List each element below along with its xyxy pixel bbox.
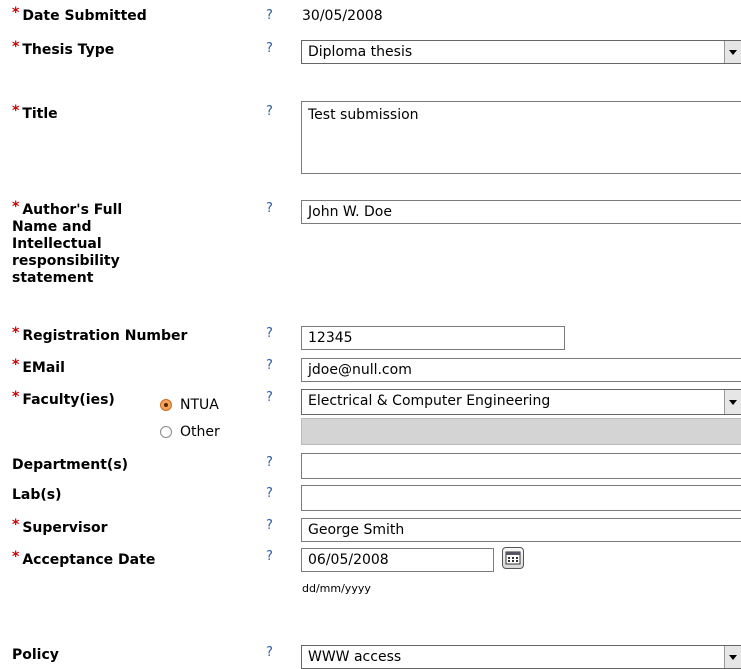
email-input[interactable]: jdoe@null.com (301, 358, 741, 382)
author-input[interactable]: John W. Doe (301, 200, 741, 224)
help-link[interactable]: ? (266, 41, 273, 56)
required-marker: * (12, 199, 20, 215)
help-link[interactable]: ? (266, 358, 273, 373)
calendar-icon[interactable] (502, 547, 524, 569)
help-link[interactable]: ? (266, 104, 273, 119)
email-label: * EMail (12, 357, 65, 376)
registration-input[interactable]: 12345 (301, 326, 565, 350)
help-link[interactable]: ? (266, 486, 273, 501)
faculty-label: * Faculty(ies) (12, 389, 115, 408)
chevron-down-icon[interactable] (724, 41, 741, 63)
date-format-hint: dd/mm/yyyy (302, 582, 371, 595)
required-marker: * (12, 5, 20, 21)
acceptance-date-label: * Acceptance Date (12, 549, 156, 568)
lab-label: Lab(s) (12, 487, 62, 503)
required-marker: * (12, 39, 20, 55)
thesis-type-select[interactable]: Diploma thesis (301, 40, 741, 64)
radio-selected-icon[interactable] (160, 399, 172, 411)
chevron-down-icon[interactable] (724, 390, 741, 414)
required-marker: * (12, 357, 20, 373)
help-link[interactable]: ? (266, 8, 273, 23)
supervisor-label: * Supervisor (12, 517, 108, 536)
policy-select[interactable]: WWW access (301, 645, 741, 669)
title-textarea[interactable]: Test submission (301, 101, 741, 174)
required-marker: * (12, 103, 20, 119)
date-submitted-label: * Date Submitted (12, 5, 147, 24)
help-link[interactable]: ? (266, 326, 273, 341)
author-label: * Author's Full Name and Intellectual res… (12, 199, 123, 286)
policy-label: Policy (12, 647, 59, 663)
date-submitted-value: 30/05/2008 (302, 8, 383, 24)
required-marker: * (12, 517, 20, 533)
title-label: * Title (12, 103, 58, 122)
required-marker: * (12, 325, 20, 341)
faculty-other-input-disabled (301, 418, 741, 445)
required-marker: * (12, 389, 20, 405)
help-link[interactable]: ? (266, 518, 273, 533)
acceptance-date-input[interactable]: 06/05/2008 (301, 548, 494, 572)
department-label: Department(s) (12, 457, 129, 473)
thesis-type-label: * Thesis Type (12, 39, 115, 58)
help-link[interactable]: ? (266, 549, 273, 564)
lab-input[interactable] (301, 485, 741, 511)
department-input[interactable] (301, 453, 741, 479)
faculty-radio-ntua[interactable]: NTUA (160, 397, 219, 413)
registration-label: * Registration Number (12, 325, 188, 344)
required-marker: * (12, 549, 20, 565)
radio-unselected-icon[interactable] (160, 426, 172, 438)
help-link[interactable]: ? (266, 455, 273, 470)
help-link[interactable]: ? (266, 645, 273, 660)
faculty-radio-other[interactable]: Other (160, 424, 220, 440)
supervisor-input[interactable]: George Smith (301, 518, 741, 542)
faculty-select[interactable]: Electrical & Computer Engineering (301, 389, 741, 415)
help-link[interactable]: ? (266, 201, 273, 216)
help-link[interactable]: ? (266, 390, 273, 405)
